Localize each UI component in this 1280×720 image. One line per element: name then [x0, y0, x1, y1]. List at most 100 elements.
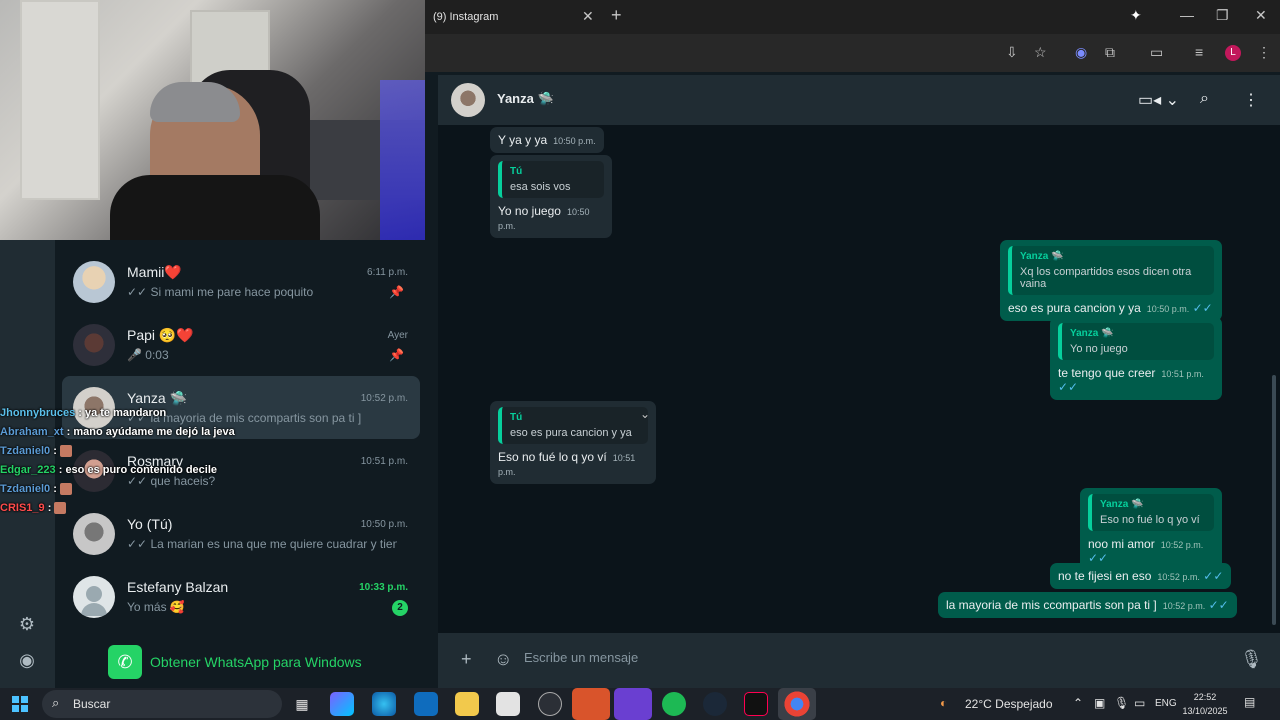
- chat-username: Abraham_xt: [0, 426, 64, 438]
- message-outgoing[interactable]: la mayoria de mis ccompartis son pa ti ]…: [938, 592, 1237, 618]
- video-call-icon[interactable]: ▭◂ ⌄: [1138, 90, 1179, 110]
- chat-message: :: [53, 445, 57, 457]
- taskbar-clock[interactable]: 22:52 13/10/2025: [1180, 690, 1230, 718]
- chevron-down-icon[interactable]: ⌄: [640, 407, 650, 421]
- opera-icon[interactable]: [572, 688, 610, 720]
- extensions-puzzle-icon[interactable]: ⧉: [1105, 44, 1115, 61]
- microphone-tray-icon[interactable]: 🎙: [1114, 696, 1129, 710]
- message-outgoing[interactable]: no te fijesi en eso 10:52 p.m. ✓✓: [1050, 563, 1232, 589]
- chat-item-estefany[interactable]: Estefany Balzan 10:33 p.m. Yo más 🥰 2: [62, 565, 420, 628]
- get-whatsapp-link[interactable]: Obtener WhatsApp para Windows: [150, 654, 362, 670]
- close-tab-icon[interactable]: ✕: [582, 8, 594, 25]
- store-icon[interactable]: [496, 692, 520, 716]
- conversation-messages: Y ya y ya 10:50 p.m. Tú esa sois vos Yo n…: [438, 125, 1280, 633]
- message-incoming[interactable]: Y ya y ya 10:50 p.m.: [490, 127, 604, 153]
- attach-plus-icon[interactable]: +: [461, 649, 472, 670]
- message-outgoing[interactable]: Yanza 🛸 Xq los compartidos esos dicen ot…: [1000, 240, 1222, 321]
- emote-icon: [59, 445, 72, 458]
- install-app-icon[interactable]: ⇩: [1006, 44, 1018, 61]
- media-controls-icon[interactable]: ≡: [1195, 44, 1203, 60]
- contact-avatar[interactable]: [451, 83, 485, 117]
- profile-avatar-icon[interactable]: ◉: [17, 650, 37, 670]
- conversation-menu-icon[interactable]: ⋮: [1243, 90, 1259, 110]
- extension-icon[interactable]: ◉: [1075, 44, 1087, 61]
- browser-menu-icon[interactable]: ⋮: [1257, 44, 1271, 61]
- close-window-icon[interactable]: ✕: [1255, 7, 1267, 24]
- cast-icon[interactable]: ▭: [1150, 44, 1163, 61]
- tray-app-icon[interactable]: ▣: [1094, 696, 1105, 710]
- new-tab-icon[interactable]: +: [611, 5, 622, 26]
- quoted-message[interactable]: Yanza 🛸 Xq los compartidos esos dicen ot…: [1008, 246, 1214, 295]
- browser-tabbar: (9) Instagram: [425, 0, 1280, 34]
- emote-icon: [54, 502, 67, 515]
- message-time: 10:52 p.m.: [1157, 572, 1200, 582]
- steam-icon[interactable]: [703, 692, 727, 716]
- chat-message: : mano ayúdame me dejó la jeva: [66, 426, 235, 438]
- microphone-icon[interactable]: 🎙: [1240, 649, 1263, 670]
- quoted-message[interactable]: Tú eso es pura cancion y ya: [498, 407, 648, 444]
- clock-app-icon[interactable]: [538, 692, 562, 716]
- stream-chat-line: Abraham_xt : mano ayúdame me dejó la jev…: [0, 423, 300, 442]
- file-explorer-icon[interactable]: [455, 692, 479, 716]
- pin-icon: 📌: [389, 285, 404, 299]
- windows-taskbar: ⌕ Buscar ▦ ◐ 22°C Despejado ⌃ ▣ 🎙 ▭ ENG …: [0, 688, 1280, 720]
- search-icon: ⌕: [52, 695, 60, 710]
- bookmark-star-icon[interactable]: ☆: [1034, 44, 1047, 61]
- chat-item-mamii[interactable]: Mamii❤️ 6:11 p.m. ✓✓ Si mami me pare hac…: [62, 250, 420, 313]
- chat-item-name: Mamii❤️: [127, 264, 182, 280]
- quoted-message[interactable]: Tú esa sois vos: [498, 161, 604, 198]
- message-incoming[interactable]: ⌄ Tú eso es pura cancion y ya Eso no fué…: [490, 401, 656, 484]
- chat-item-name: Papi 🥺❤️: [127, 327, 194, 343]
- emoji-sticker-icon[interactable]: ☺: [494, 649, 512, 670]
- weather-icon[interactable]: ◐: [940, 696, 947, 710]
- notifications-icon[interactable]: ▤: [1244, 695, 1255, 709]
- message-outgoing[interactable]: Yanza 🛸 Eso no fué lo q yo ví noo mi amo…: [1080, 488, 1222, 571]
- edge-icon[interactable]: [372, 692, 396, 716]
- chat-message: : eso es puro contenido decile: [58, 464, 218, 476]
- task-view-icon[interactable]: ▦: [290, 692, 314, 716]
- message-text: eso es pura cancion y ya: [1008, 301, 1141, 315]
- sparkle-icon[interactable]: ✦: [1130, 7, 1142, 24]
- chat-item-time: 10:33 p.m.: [359, 582, 408, 593]
- conversation-header[interactable]: Yanza 🛸 ▭◂ ⌄ ⌕ ⋮: [438, 75, 1280, 125]
- language-indicator[interactable]: ENG: [1155, 698, 1177, 709]
- tiktok-icon[interactable]: [744, 692, 768, 716]
- message-incoming[interactable]: Tú esa sois vos Yo no juego 10:50 p.m.: [490, 155, 612, 238]
- webcam-streamer-cap: [150, 82, 240, 122]
- weather-text[interactable]: 22°C Despejado: [965, 697, 1053, 711]
- quoted-message[interactable]: Yanza 🛸 Yo no juego: [1058, 323, 1214, 360]
- windows-start-icon[interactable]: [12, 696, 28, 712]
- outlook-icon[interactable]: [414, 692, 438, 716]
- messages-scrollbar[interactable]: [1272, 375, 1276, 625]
- copilot-icon[interactable]: [330, 692, 354, 716]
- discord-icon[interactable]: [614, 688, 652, 720]
- quoted-message[interactable]: Yanza 🛸 Eso no fué lo q yo ví: [1088, 494, 1214, 531]
- search-icon[interactable]: ⌕: [1200, 90, 1209, 108]
- message-time: 10:50 p.m.: [553, 136, 596, 146]
- stream-chat-line: Edgar_223 : eso es puro contenido decile: [0, 461, 300, 480]
- quoted-text: Yo no juego: [1070, 343, 1128, 355]
- message-text: te tengo que creer: [1058, 366, 1156, 380]
- maximize-icon[interactable]: ❐: [1216, 7, 1229, 24]
- settings-icon[interactable]: ⚙: [17, 614, 37, 634]
- webcam-light-glow: [380, 80, 425, 240]
- tab-instagram[interactable]: (9) Instagram: [425, 0, 605, 34]
- tray-chevron-icon[interactable]: ⌃: [1073, 696, 1083, 710]
- chat-item-papi[interactable]: Papi 🥺❤️ Ayer 🎤 0:03 📌: [62, 313, 420, 376]
- minimize-icon[interactable]: —: [1180, 7, 1194, 23]
- webcam-feed: [0, 0, 425, 240]
- avatar: [73, 261, 115, 303]
- chat-username: Jhonnybruces: [0, 407, 76, 419]
- network-icon[interactable]: ▭: [1134, 696, 1145, 710]
- message-input[interactable]: Escribe un mensaje: [524, 650, 638, 665]
- profile-avatar[interactable]: L: [1225, 45, 1241, 61]
- get-whatsapp-banner[interactable]: ✆ Obtener WhatsApp para Windows: [108, 645, 362, 679]
- taskbar-search[interactable]: ⌕ Buscar: [42, 690, 282, 718]
- message-outgoing[interactable]: Yanza 🛸 Yo no juego te tengo que creer 10…: [1050, 317, 1222, 400]
- chrome-icon[interactable]: [778, 688, 816, 720]
- contact-name[interactable]: Yanza 🛸: [497, 91, 554, 107]
- spotify-icon[interactable]: [662, 692, 686, 716]
- chat-message: : ya te mandaron: [78, 407, 167, 419]
- stream-chat-line: Tzdaniel0 :: [0, 442, 300, 461]
- message-time: 10:50 p.m.: [1146, 304, 1190, 314]
